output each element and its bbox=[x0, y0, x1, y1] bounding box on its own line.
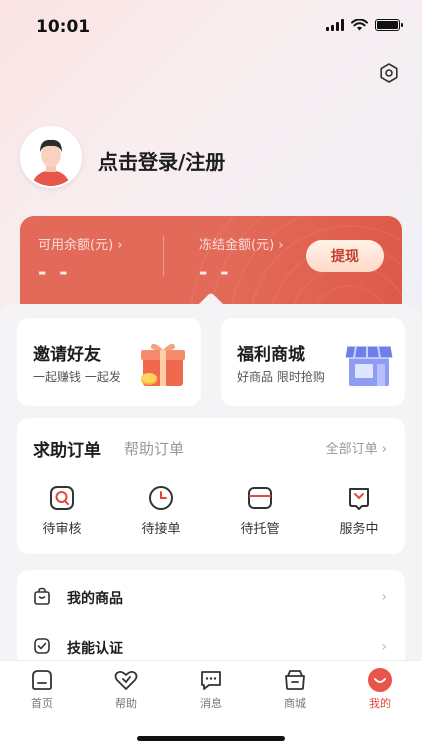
store-icon bbox=[285, 670, 305, 690]
wifi-icon bbox=[351, 19, 368, 31]
order-status-awaiting-acceptance[interactable]: 待接单 bbox=[116, 484, 206, 537]
status-icons bbox=[326, 19, 403, 31]
chevron-right-icon: › bbox=[381, 589, 387, 605]
wallet-icon bbox=[248, 487, 272, 509]
heart-icon bbox=[114, 670, 138, 690]
signal-icon bbox=[326, 19, 344, 31]
check-shield-icon bbox=[34, 638, 50, 654]
order-status-label: 待审核 bbox=[42, 522, 82, 537]
tab-helped-orders[interactable]: 帮助订单 bbox=[124, 438, 184, 459]
settings-icon[interactable] bbox=[378, 62, 400, 84]
order-status-label: 待接单 bbox=[141, 522, 181, 537]
message-icon bbox=[201, 671, 221, 690]
tab-messages[interactable]: 消息 bbox=[181, 667, 241, 711]
clock-icon bbox=[149, 486, 173, 510]
order-status-awaiting-escrow[interactable]: 待托管 bbox=[215, 484, 305, 537]
balance-divider bbox=[163, 236, 164, 276]
promo-title: 福利商城 bbox=[237, 345, 305, 365]
available-balance-value: - - bbox=[38, 260, 71, 284]
tab-label: 我的 bbox=[369, 697, 391, 710]
view-all-orders-link[interactable]: 全部订单 › bbox=[326, 438, 387, 457]
promo-subtitle: 一起赚钱 一起发 bbox=[33, 370, 121, 384]
avatar-image bbox=[22, 128, 80, 186]
invite-friends-card[interactable]: 邀请好友 一起赚钱 一起发 bbox=[17, 318, 201, 406]
home-indicator bbox=[137, 736, 285, 741]
tab-mall[interactable]: 商城 bbox=[265, 667, 325, 711]
gift-icon bbox=[141, 343, 185, 386]
review-icon bbox=[50, 486, 74, 510]
order-status-label: 待托管 bbox=[240, 522, 280, 537]
bag-icon bbox=[34, 587, 50, 605]
promo-subtitle: 好商品 限时抢购 bbox=[237, 370, 325, 384]
menu-item-label: 我的商品 bbox=[67, 591, 123, 607]
tab-home[interactable]: 首页 bbox=[12, 667, 72, 711]
tab-label: 商城 bbox=[284, 697, 306, 710]
avatar[interactable] bbox=[20, 126, 82, 188]
status-time: 10:01 bbox=[36, 17, 91, 37]
tab-label: 消息 bbox=[200, 697, 222, 710]
tab-help[interactable]: 帮助 bbox=[96, 667, 156, 711]
order-status-pending-review[interactable]: 待审核 bbox=[17, 484, 107, 537]
shop-icon bbox=[344, 345, 394, 386]
order-status-label: 服务中 bbox=[339, 522, 379, 537]
home-icon bbox=[32, 670, 52, 690]
me-icon bbox=[368, 668, 392, 692]
help-orders-card: 求助订单 帮助订单 全部订单 › 待审核 待接单 待托管 服务中 bbox=[17, 418, 405, 554]
menu-item-label: 技能认证 bbox=[67, 641, 123, 657]
tab-label: 帮助 bbox=[115, 697, 137, 710]
service-icon bbox=[349, 488, 369, 510]
frozen-amount-label[interactable]: 冻结金额(元) › bbox=[199, 234, 283, 253]
menu-item-my-products[interactable]: 我的商品 › bbox=[17, 572, 405, 622]
frozen-amount-value: - - bbox=[199, 260, 232, 284]
status-bar: 10:01 bbox=[0, 0, 422, 54]
login-register-link[interactable]: 点击登录/注册 bbox=[98, 146, 225, 175]
available-balance-label[interactable]: 可用余额(元) › bbox=[38, 234, 122, 253]
chevron-right-icon: › bbox=[381, 639, 387, 655]
welfare-mall-card[interactable]: 福利商城 好商品 限时抢购 bbox=[221, 318, 405, 406]
withdraw-button[interactable]: 提现 bbox=[306, 240, 384, 272]
battery-icon bbox=[375, 19, 403, 31]
tab-label: 首页 bbox=[31, 697, 53, 710]
order-status-in-service[interactable]: 服务中 bbox=[314, 484, 404, 537]
promo-title: 邀请好友 bbox=[33, 345, 101, 365]
tab-me[interactable]: 我的 bbox=[350, 667, 410, 711]
tab-help-orders[interactable]: 求助订单 bbox=[33, 436, 101, 461]
